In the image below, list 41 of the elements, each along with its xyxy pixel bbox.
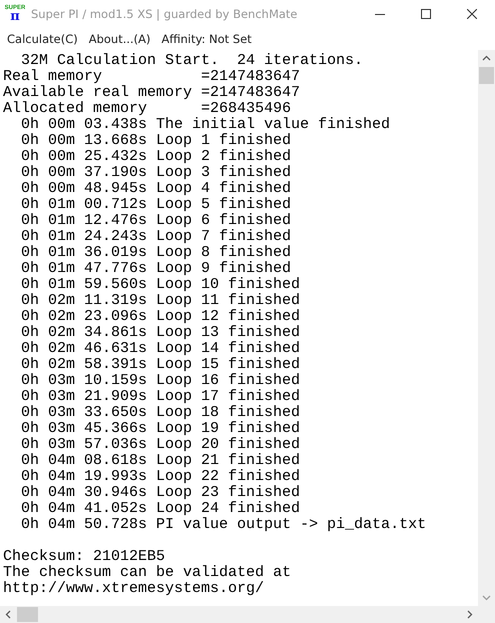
log-line: 0h 04m 30.946s Loop 23 finished — [20, 485, 302, 501]
checksum-line: http://www.xtremesystems.org/ — [3, 581, 266, 597]
log-line: Available real memory =2147483647 — [3, 85, 302, 101]
log-line: 0h 01m 36.019s Loop 8 finished — [20, 245, 292, 261]
log-line: 0h 02m 23.096s Loop 12 finished — [20, 309, 302, 325]
log-line: 0h 03m 45.366s Loop 19 finished — [20, 421, 302, 437]
log-line: 32M Calculation Start. 24 iterations. — [20, 53, 364, 69]
log-line: 0h 00m 37.190s Loop 3 finished — [20, 165, 292, 181]
checksum-line: Checksum: 21012EB5 — [3, 549, 166, 565]
log-line: 0h 01m 12.476s Loop 6 finished — [20, 213, 292, 229]
log-line: 0h 02m 34.861s Loop 13 finished — [20, 325, 302, 341]
log-line: 0h 02m 11.319s Loop 11 finished — [20, 293, 302, 309]
menu-item[interactable]: Affinity: Not Set — [156, 32, 258, 46]
log-line: Allocated memory =268435496 — [3, 101, 292, 117]
log-line: 0h 00m 48.945s Loop 4 finished — [20, 181, 292, 197]
log-line: 0h 04m 19.993s Loop 22 finished — [20, 469, 302, 485]
log-line: 0h 01m 24.243s Loop 7 finished — [20, 229, 292, 245]
menu-item[interactable]: Calculate(C) — [2, 32, 84, 46]
checksum-line: The checksum can be validated at — [3, 565, 292, 581]
maximize-icon[interactable] — [421, 9, 431, 19]
log-line: 0h 03m 57.036s Loop 20 finished — [20, 437, 302, 453]
close-icon[interactable] — [467, 9, 477, 19]
log-line: 0h 02m 58.391s Loop 15 finished — [20, 357, 302, 373]
log-line: 0h 04m 08.618s Loop 21 finished — [20, 453, 302, 469]
log-line: 0h 00m 13.668s Loop 1 finished — [20, 133, 292, 149]
menu-item[interactable]: About...(A) — [84, 32, 157, 46]
log-line: 0h 03m 21.909s Loop 17 finished — [20, 389, 302, 405]
log-line: 0h 04m 41.052s Loop 24 finished — [20, 501, 302, 517]
scrollbar-thumb[interactable] — [17, 607, 38, 622]
log-line: 0h 01m 47.776s Loop 9 finished — [20, 261, 292, 277]
log-line: Real memory =2147483647 — [3, 69, 302, 85]
log-line: 0h 02m 46.631s Loop 14 finished — [20, 341, 302, 357]
scrollbar-thumb[interactable] — [479, 67, 494, 84]
window-title: Super PI / mod1.5 XS | guarded by BenchMate — [31, 7, 298, 21]
log-line: 0h 01m 00.712s Loop 5 finished — [20, 197, 292, 213]
log-line: 0h 03m 33.650s Loop 18 finished — [20, 405, 302, 421]
log-line: 0h 00m 25.432s Loop 2 finished — [20, 149, 292, 165]
log-line: 0h 01m 59.560s Loop 10 finished — [20, 277, 302, 293]
log-line: 0h 00m 03.438s The initial value finished — [20, 117, 392, 133]
log-line: 0h 03m 10.159s Loop 16 finished — [20, 373, 302, 389]
log-line: 0h 04m 50.728s PI value output -> pi_data.txt — [20, 517, 428, 533]
